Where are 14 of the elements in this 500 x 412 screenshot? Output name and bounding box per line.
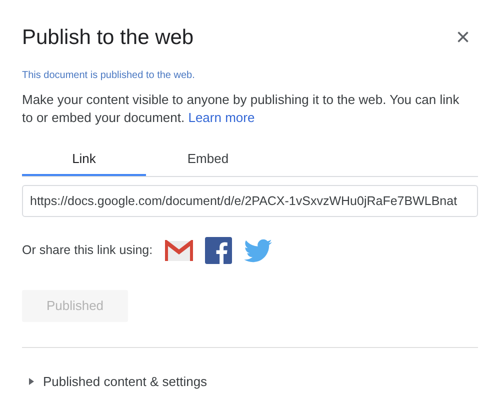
- caret-icon: [29, 378, 34, 386]
- facebook-icon[interactable]: [204, 237, 232, 264]
- bird-icon[interactable]: [244, 238, 272, 262]
- close-button[interactable]: ×: [456, 26, 470, 50]
- learn-more-link[interactable]: Learn more: [188, 110, 255, 124]
- link-field[interactable]: https://docs.google.com/document/d/e/2PACX-1vSxvzWHu0jRaFe7BWLBnat: [22, 185, 478, 217]
- tab[interactable]: Link: [22, 148, 146, 176]
- settings-expander[interactable]: Published content & settings: [22, 372, 478, 392]
- dialog-title: Publish to the web: [22, 25, 194, 51]
- share-label: Or share this link using:: [22, 242, 153, 260]
- mail-icon[interactable]: [164, 240, 193, 262]
- status-message: This document is published to the web.: [22, 68, 196, 82]
- tab[interactable]: Embed: [146, 148, 270, 176]
- description-text: Make your content visible to anyone by publishing it to the web. You can link to or embed your document. Learn more: [22, 90, 460, 126]
